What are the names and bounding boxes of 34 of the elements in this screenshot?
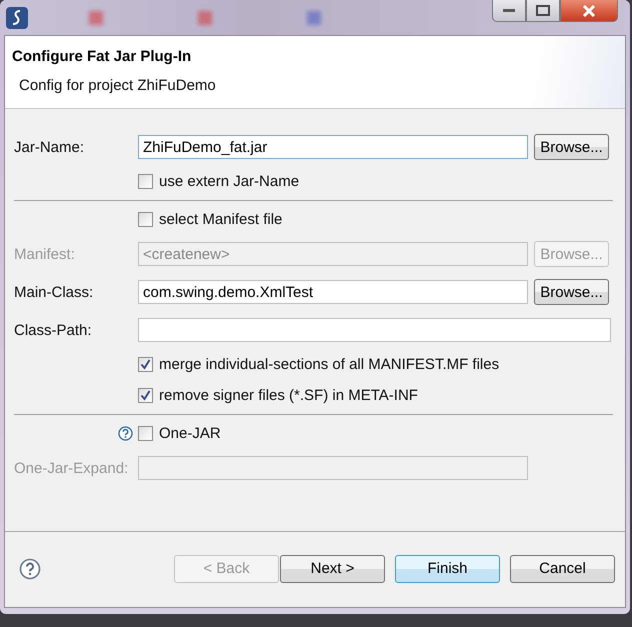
- dialog-button[interactable]: Cancel: [510, 554, 615, 582]
- checkbox-label: use extern Jar-Name: [159, 173, 300, 190]
- text-field[interactable]: com.swing.demo.XmlTest: [138, 280, 528, 304]
- field-label: Main-Class:: [14, 284, 94, 300]
- text-field[interactable]: [138, 318, 611, 342]
- checkbox[interactable]: [138, 212, 153, 227]
- app-icon: [5, 6, 29, 30]
- help-icon[interactable]: [19, 558, 41, 580]
- minimize-icon: [503, 8, 515, 12]
- field-label: Jar-Name:: [14, 138, 86, 156]
- checkbox-label: select Manifest file: [159, 211, 282, 228]
- browse-button[interactable]: Browse...: [534, 279, 609, 305]
- dialog-subtitle: Config for project ZhiFuDemo: [19, 77, 217, 94]
- dialog-title: Configure Fat Jar Plug-In: [12, 48, 192, 65]
- field-label: Class-Path:: [14, 322, 93, 338]
- checkbox-label: One-JAR: [159, 425, 221, 442]
- close-icon: [582, 4, 596, 16]
- dialog-button[interactable]: Next >: [280, 554, 385, 582]
- minimize-button[interactable]: [492, 0, 526, 22]
- checkbox[interactable]: [138, 388, 153, 403]
- dialog-button[interactable]: Finish: [395, 554, 500, 582]
- checkbox-label: merge individual-sections of all MANIFEST.MF files: [159, 356, 500, 373]
- field-label: Manifest:: [14, 246, 76, 262]
- help-icon[interactable]: [118, 426, 133, 441]
- checkbox[interactable]: [138, 357, 153, 372]
- maximize-button[interactable]: [526, 0, 560, 22]
- checkbox[interactable]: [138, 174, 153, 189]
- checkbox-label: remove signer files (*.SF) in META-INF: [159, 387, 418, 404]
- browse-button[interactable]: Browse...: [534, 134, 609, 160]
- field-label: One-Jar-Expand:: [14, 460, 130, 476]
- close-button[interactable]: [560, 0, 618, 22]
- maximize-icon: [536, 5, 550, 16]
- text-field[interactable]: ZhiFuDemo_fat.jar: [138, 135, 528, 159]
- checkbox[interactable]: [138, 426, 153, 441]
